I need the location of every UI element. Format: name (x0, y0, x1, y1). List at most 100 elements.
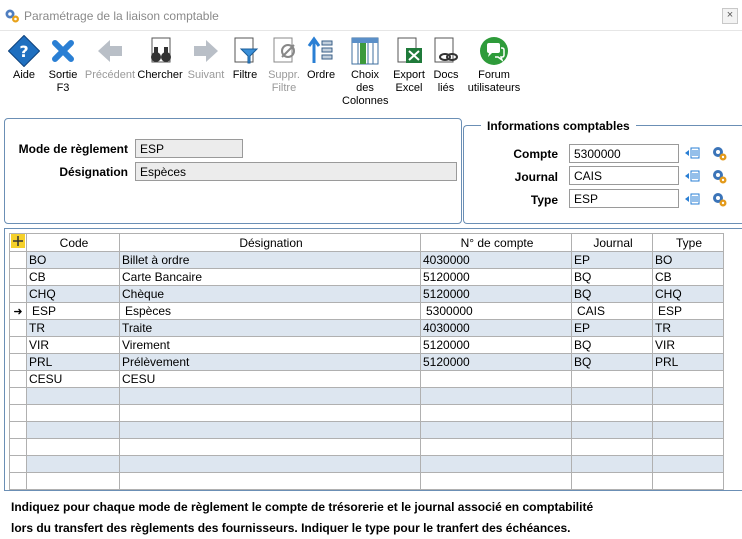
designation-field[interactable]: Espèces (135, 162, 457, 181)
cell-journal[interactable] (571, 370, 653, 388)
cell-designation[interactable] (119, 455, 421, 473)
column-header-type[interactable]: Type (652, 233, 724, 252)
journal-field[interactable]: CAIS (569, 166, 679, 185)
table-row[interactable]: BO Billet à ordre 4030000 EP BO (9, 251, 724, 269)
table-row[interactable]: VIR Virement 5120000 BQ VIR (9, 336, 724, 354)
cell-code[interactable]: TR (26, 319, 120, 337)
cell-type[interactable]: ESP (652, 302, 724, 320)
choose-columns-button[interactable]: Choix des Colonnes (340, 35, 390, 108)
cell-type[interactable]: VIR (652, 336, 724, 354)
column-header-code[interactable]: Code (26, 233, 120, 252)
cell-journal[interactable] (571, 387, 653, 405)
table-row[interactable] (9, 421, 724, 439)
row-selector[interactable] (9, 319, 27, 337)
cell-journal[interactable]: CAIS (571, 302, 653, 320)
previous-button[interactable]: Précédent (84, 35, 136, 82)
row-selector[interactable] (9, 421, 27, 439)
cell-journal[interactable] (571, 472, 653, 490)
cell-account[interactable]: 5120000 (420, 285, 572, 303)
cell-type[interactable] (652, 438, 724, 456)
column-header-journal[interactable]: Journal (571, 233, 653, 252)
table-row[interactable]: TR Traite 4030000 EP TR (9, 319, 724, 337)
next-button[interactable]: Suivant (185, 35, 227, 82)
cell-code[interactable]: CESU (26, 370, 120, 388)
column-header-account[interactable]: N° de compte (420, 233, 572, 252)
row-selector[interactable] (9, 336, 27, 354)
cell-designation[interactable]: Virement (119, 336, 421, 354)
row-selector[interactable] (9, 472, 27, 490)
cell-account[interactable] (420, 455, 572, 473)
cell-code[interactable] (26, 404, 120, 422)
cell-account[interactable]: 4030000 (420, 319, 572, 337)
type-field[interactable]: ESP (569, 189, 679, 208)
gear-icon[interactable] (711, 168, 727, 184)
cell-designation[interactable] (119, 472, 421, 490)
cell-journal[interactable] (571, 421, 653, 439)
cell-code[interactable]: VIR (26, 336, 120, 354)
cell-account[interactable]: 4030000 (420, 251, 572, 269)
row-selector[interactable] (9, 370, 27, 388)
cell-account[interactable]: 5300000 (420, 302, 572, 320)
cell-code[interactable] (26, 438, 120, 456)
cell-code[interactable] (26, 455, 120, 473)
row-selector[interactable] (9, 455, 27, 473)
row-selector[interactable] (9, 251, 27, 269)
forum-button[interactable]: Forum utilisateurs (466, 35, 522, 95)
close-button[interactable]: × (722, 8, 738, 24)
row-selector[interactable] (9, 353, 27, 371)
table-row[interactable]: ➜ ESP Espèces 5300000 CAIS ESP (9, 302, 724, 320)
cell-type[interactable] (652, 404, 724, 422)
search-button[interactable]: Chercher (137, 35, 183, 82)
cell-designation[interactable] (119, 421, 421, 439)
cell-designation[interactable]: Espèces (119, 302, 421, 320)
cell-journal[interactable] (571, 404, 653, 422)
cell-code[interactable] (26, 421, 120, 439)
cell-account[interactable]: 5120000 (420, 353, 572, 371)
gear-icon[interactable] (711, 145, 727, 161)
sort-button[interactable]: Ordre (305, 35, 337, 82)
cell-account[interactable] (420, 387, 572, 405)
remove-filter-button[interactable]: Suppr. Filtre (264, 35, 304, 95)
cell-code[interactable]: BO (26, 251, 120, 269)
row-selector[interactable] (9, 387, 27, 405)
cell-designation[interactable] (119, 438, 421, 456)
table-row[interactable] (9, 438, 724, 456)
table-row[interactable]: CHQ Chèque 5120000 BQ CHQ (9, 285, 724, 303)
cell-type[interactable]: CB (652, 268, 724, 286)
cell-journal[interactable]: BQ (571, 285, 653, 303)
cell-journal[interactable]: EP (571, 251, 653, 269)
cell-code[interactable]: ESP (26, 302, 120, 320)
row-selector[interactable] (9, 285, 27, 303)
cell-journal[interactable]: BQ (571, 268, 653, 286)
list-picker-icon[interactable] (684, 191, 700, 207)
current-row-marker[interactable]: ➜ (9, 302, 27, 320)
mode-field[interactable]: ESP (135, 139, 243, 158)
row-selector[interactable] (9, 268, 27, 286)
cell-type[interactable] (652, 421, 724, 439)
cell-account[interactable] (420, 421, 572, 439)
cell-designation[interactable]: Carte Bancaire (119, 268, 421, 286)
row-selector[interactable] (9, 404, 27, 422)
filter-button[interactable]: Filtre (228, 35, 262, 82)
cell-type[interactable] (652, 387, 724, 405)
cell-account[interactable] (420, 404, 572, 422)
cell-journal[interactable]: EP (571, 319, 653, 337)
cell-designation[interactable]: CESU (119, 370, 421, 388)
cell-type[interactable] (652, 472, 724, 490)
cell-account[interactable]: 5120000 (420, 336, 572, 354)
cell-type[interactable]: BO (652, 251, 724, 269)
gear-icon[interactable] (711, 191, 727, 207)
table-row[interactable]: PRL Prélèvement 5120000 BQ PRL (9, 353, 724, 371)
list-picker-icon[interactable] (684, 168, 700, 184)
cell-account[interactable]: 5120000 (420, 268, 572, 286)
table-row[interactable]: CESU CESU (9, 370, 724, 388)
column-header-designation[interactable]: Désignation (119, 233, 421, 252)
table-row[interactable] (9, 387, 724, 405)
export-excel-button[interactable]: Export Excel (392, 35, 426, 95)
cell-account[interactable] (420, 370, 572, 388)
cell-type[interactable] (652, 370, 724, 388)
cell-code[interactable] (26, 472, 120, 490)
cell-journal[interactable]: BQ (571, 353, 653, 371)
cell-type[interactable]: PRL (652, 353, 724, 371)
cell-designation[interactable]: Prélèvement (119, 353, 421, 371)
